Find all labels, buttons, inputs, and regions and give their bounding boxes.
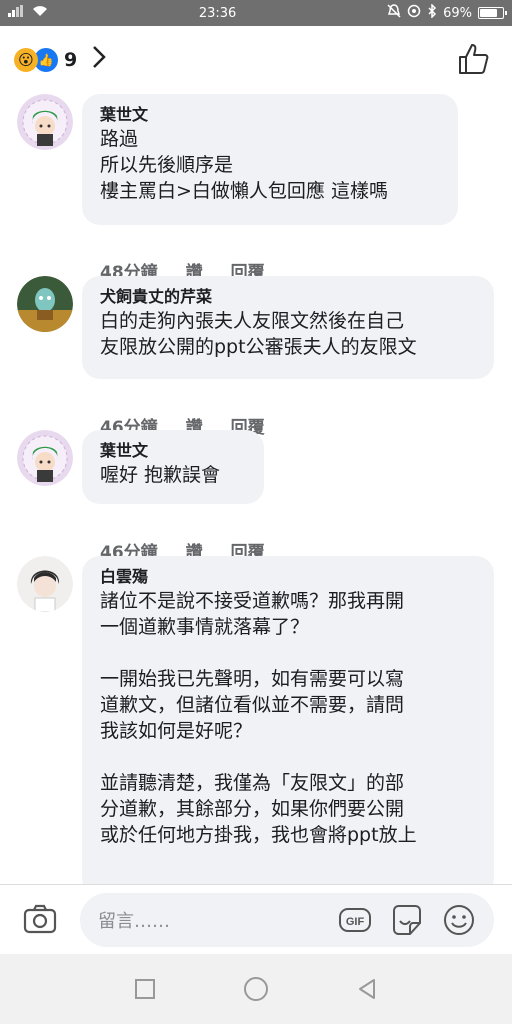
signal-icon: [8, 5, 26, 21]
battery-fill: [480, 9, 497, 17]
gif-label: GIF: [346, 916, 365, 928]
status-bar: 23:36 69%: [0, 0, 512, 26]
avatar[interactable]: [17, 276, 73, 332]
battery-percent: 69%: [443, 5, 472, 21]
commenter-name[interactable]: 白雲殤: [100, 566, 478, 588]
system-nav-bar: [0, 954, 512, 1024]
gif-icon[interactable]: GIF: [338, 903, 372, 937]
status-time: 23:36: [198, 5, 237, 21]
comment-bubble[interactable]: 白雲殤 諸位不是說不接受道歉嗎？那我再開 一個道歉事情就落幕了？ 一開始我已先聲…: [82, 556, 494, 884]
comment-bubble[interactable]: 犬飼貴丈的芹菜 白的走狗內張夫人友限文然後在自己 友限放公開的ppt公審張夫人的…: [82, 276, 494, 379]
avatar[interactable]: [17, 556, 73, 612]
avatar[interactable]: [17, 430, 73, 486]
back-button[interactable]: [352, 974, 382, 1004]
comment-text: 諸位不是說不接受道歉嗎？那我再開 一個道歉事情就落幕了？ 一開始我已先聲明，如有…: [100, 590, 417, 846]
location-icon: [407, 4, 421, 22]
wow-reaction-icon: 😮: [14, 48, 38, 72]
reaction-header[interactable]: 😮 👍 9: [0, 26, 512, 94]
emoji-icon[interactable]: [442, 903, 476, 937]
avatar[interactable]: [17, 94, 73, 150]
comment-bubble[interactable]: 葉世文 喔好 抱歉誤會: [82, 430, 264, 504]
sticker-icon[interactable]: [390, 903, 424, 937]
comment-input-placeholder[interactable]: 留言……: [98, 907, 338, 933]
mute-icon: [387, 4, 401, 22]
comment-text: 喔好 抱歉誤會: [100, 464, 221, 486]
bluetooth-icon: [427, 3, 437, 22]
status-right: 69%: [387, 3, 507, 22]
comment-composer: 留言…… GIF: [0, 884, 512, 954]
reaction-count: 9: [64, 49, 78, 71]
comment-text: 白的走狗內張夫人友限文然後在自己 友限放公開的ppt公審張夫人的友限文: [100, 310, 417, 358]
thumbs-up-icon[interactable]: [456, 42, 490, 76]
commenter-name[interactable]: 犬飼貴丈的芹菜: [100, 286, 478, 308]
comments-sheet: 😮 👍 9 葉世文 路過 所以先後順序是 樓主罵白>白做懶人包回應 這樣嗎 48…: [0, 26, 512, 884]
composer-icons: GIF: [338, 903, 476, 937]
chevron-right-icon[interactable]: [91, 45, 107, 76]
reaction-icons: 😮 👍: [14, 48, 58, 72]
comment-bubble[interactable]: 葉世文 路過 所以先後順序是 樓主罵白>白做懶人包回應 這樣嗎: [82, 94, 458, 225]
home-button[interactable]: [241, 974, 271, 1004]
status-left: [8, 5, 48, 21]
commenter-name[interactable]: 葉世文: [100, 104, 442, 126]
recent-apps-button[interactable]: [130, 974, 160, 1004]
camera-icon[interactable]: [22, 901, 58, 937]
commenter-name[interactable]: 葉世文: [100, 440, 248, 462]
comment-input[interactable]: 留言…… GIF: [80, 893, 494, 947]
comment-text: 路過 所以先後順序是 樓主罵白>白做懶人包回應 這樣嗎: [100, 128, 388, 202]
wifi-icon: [32, 5, 48, 21]
battery-icon: [478, 7, 507, 19]
